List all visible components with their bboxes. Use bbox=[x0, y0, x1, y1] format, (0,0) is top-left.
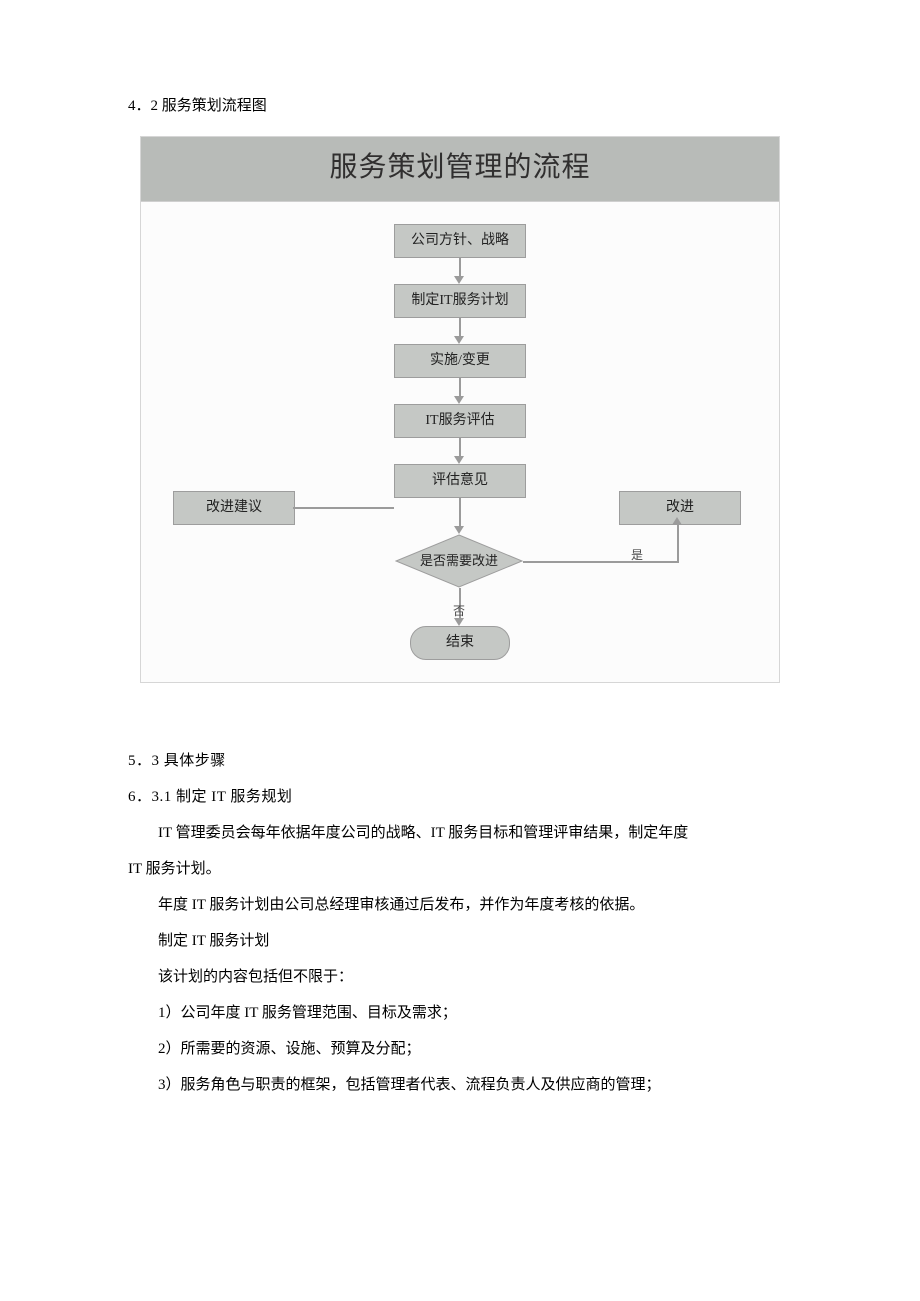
node-policy: 公司方针、战略 bbox=[394, 224, 526, 258]
paragraph-1b: IT 服务计划。 bbox=[128, 851, 792, 887]
flowchart-title: 服务策划管理的流程 bbox=[141, 137, 779, 202]
paragraph-3: 制定 IT 服务计划 bbox=[128, 923, 792, 959]
node-opinion: 评估意见 bbox=[394, 464, 526, 498]
node-plan: 制定IT服务计划 bbox=[394, 284, 526, 318]
paragraph-7: 3）服务角色与职责的框架，包括管理者代表、流程负责人及供应商的管理； bbox=[128, 1067, 792, 1103]
paragraph-5: 1）公司年度 IT 服务管理范围、目标及需求； bbox=[128, 995, 792, 1031]
paragraph-4: 该计划的内容包括但不限于： bbox=[128, 959, 792, 995]
node-end: 结束 bbox=[410, 626, 510, 660]
section-heading-6-3-1: 6．3.1 制定 IT 服务规划 bbox=[128, 779, 792, 815]
flowchart-service-planning: 服务策划管理的流程 公司方针、战略 制定IT服务计划 实施/变更 IT服务评估 … bbox=[140, 136, 780, 683]
node-implement: 实施/变更 bbox=[394, 344, 526, 378]
section-heading-4-2: 4．2 服务策划流程图 bbox=[128, 95, 792, 118]
paragraph-1: IT 管理委员会每年依据年度公司的战略、IT 服务目标和管理评审结果，制定年度 bbox=[128, 815, 792, 851]
node-evaluate: IT服务评估 bbox=[394, 404, 526, 438]
body-text: 5．3 具体步骤 6．3.1 制定 IT 服务规划 IT 管理委员会每年依据年度… bbox=[128, 743, 792, 1103]
flowchart-canvas: 公司方针、战略 制定IT服务计划 实施/变更 IT服务评估 评估意见 改进建议 … bbox=[141, 202, 779, 682]
node-suggestion: 改进建议 bbox=[173, 491, 295, 525]
node-decision: 是否需要改进 bbox=[395, 534, 523, 588]
decision-label: 是否需要改进 bbox=[395, 534, 523, 588]
section-heading-5-3: 5．3 具体步骤 bbox=[128, 743, 792, 779]
paragraph-2: 年度 IT 服务计划由公司总经理审核通过后发布，并作为年度考核的依据。 bbox=[128, 887, 792, 923]
paragraph-6: 2）所需要的资源、设施、预算及分配； bbox=[128, 1031, 792, 1067]
label-yes: 是 bbox=[631, 546, 643, 564]
